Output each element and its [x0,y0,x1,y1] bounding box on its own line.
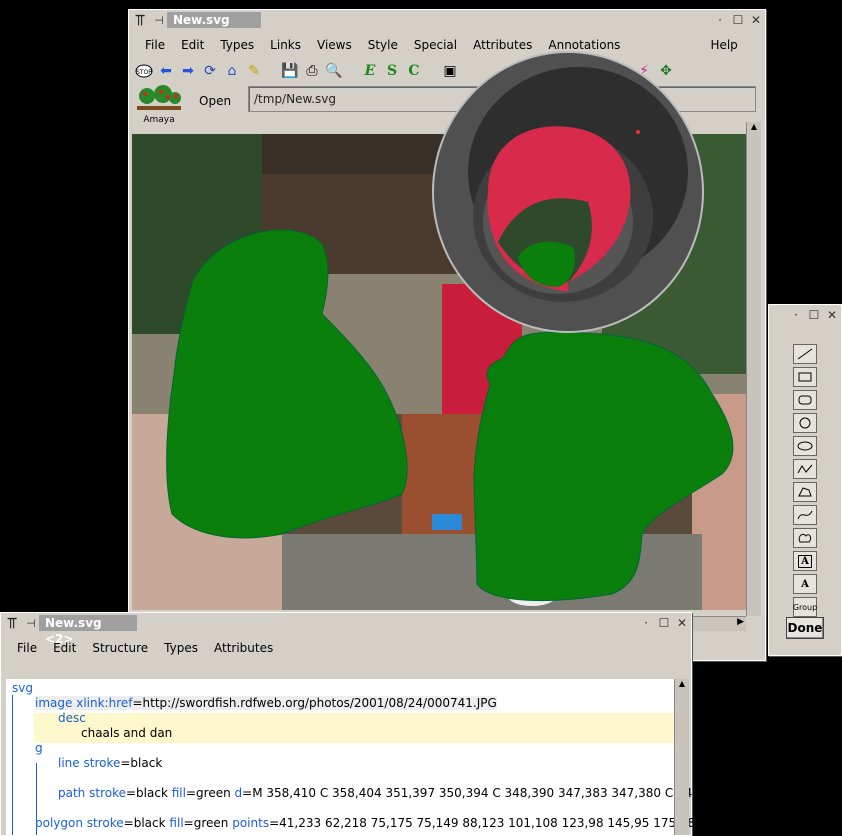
find-icon[interactable]: 🔍 [323,60,345,82]
group-tool-button[interactable]: Group [793,597,817,617]
tree-node-polygon[interactable]: polygon stroke=black fill=green points=4… [35,816,726,830]
vertical-scrollbar[interactable]: ▲ [746,122,761,616]
tree-node-text[interactable]: chaals and dan [81,726,172,740]
save-icon[interactable]: 💾 [279,60,301,82]
menu-views[interactable]: Views [309,38,360,52]
tree-node-desc[interactable]: desc [58,711,86,725]
rect-tool-button[interactable] [793,367,817,387]
svg-palette-window: · ☐ ✕ A A Group Done [768,304,842,656]
polygon-tool-button[interactable] [793,482,817,502]
tree-node-svg[interactable]: svg [12,681,33,695]
circle-tool-button[interactable] [793,413,817,433]
logo-label: Amaya [143,115,175,125]
polyline-tool-button[interactable] [793,459,817,479]
magnifier-overlay [428,42,708,338]
minimize-icon[interactable]: · [637,615,655,631]
maximize-icon[interactable]: ☐ [805,307,823,323]
scroll-right-icon[interactable]: ▶ [737,617,744,627]
structure-menubar: File Edit Structure Types Attributes [1,639,691,657]
curve-tool-button[interactable] [793,505,817,525]
back-icon[interactable]: ⬅ [155,60,177,82]
menu-structure[interactable]: Structure [84,641,156,655]
print-icon[interactable]: ⎙ [301,60,323,82]
code-icon[interactable]: C [403,60,425,82]
tree-node-line[interactable]: line stroke=black [58,756,162,770]
maximize-icon[interactable]: ☐ [655,615,673,631]
menu-file[interactable]: File [9,641,45,655]
menu-attributes[interactable]: Attributes [206,641,281,655]
pin-icon[interactable]: ⊣ [23,617,39,630]
minimize-icon[interactable]: · [787,307,805,323]
emphasis-icon[interactable]: E [359,60,381,82]
pin-icon[interactable]: ⊣ [151,14,167,27]
menu-edit[interactable]: Edit [45,641,84,655]
edit-icon[interactable]: ✎ [243,60,265,82]
strong-icon[interactable]: S [381,60,403,82]
structure-window: ⫪ ⊣ New.svg <2> · ☐ ✕ File Edit Structur… [0,612,726,836]
home-icon[interactable]: ⌂ [221,60,243,82]
tree-node-g[interactable]: g [35,741,43,755]
minimize-icon[interactable]: · [711,12,729,28]
menu-types[interactable]: Types [156,641,206,655]
maximize-icon[interactable]: ☐ [729,12,747,28]
palette-tools: A A Group [769,341,841,620]
forward-icon[interactable]: ➡ [177,60,199,82]
tree-node-image[interactable]: image xlink:href=http://swordfish.rdfweb… [35,696,497,710]
close-icon[interactable]: ✕ [673,615,691,631]
close-icon[interactable]: ✕ [747,12,765,28]
text-tool-button[interactable]: A [793,574,817,594]
tree-node-path[interactable]: path stroke=black fill=green d=M 358,410… [58,786,719,800]
line-tool-button[interactable] [793,344,817,364]
rounded-rect-tool-button[interactable] [793,390,817,410]
window-title: New.svg <2> [39,615,137,646]
structure-titlebar[interactable]: ⫪ ⊣ New.svg <2> · ☐ ✕ [1,613,691,646]
done-button[interactable]: Done [786,617,824,639]
menu-file[interactable]: File [137,38,173,52]
menu-edit[interactable]: Edit [173,38,212,52]
menu-style[interactable]: Style [360,38,406,52]
ellipse-tool-button[interactable] [793,436,817,456]
reload-icon[interactable]: ⟳ [199,60,221,82]
text-box-tool-button[interactable]: A [793,551,817,571]
main-titlebar[interactable]: ⫪ ⊣ New.svg · ☐ ✕ [129,10,765,30]
menu-types[interactable]: Types [212,38,262,52]
structure-tree[interactable]: svg image xlink:href=http://swordfish.rd… [6,679,726,835]
scroll-up-icon[interactable]: ▲ [747,122,761,134]
close-icon[interactable]: ✕ [823,307,841,323]
window-menu-icon[interactable]: ⫪ [129,10,151,30]
closed-curve-tool-button[interactable] [793,528,817,548]
svg-text:STOP: STOP [136,69,152,76]
open-label: Open [199,94,232,108]
menu-links[interactable]: Links [262,38,309,52]
scroll-up-icon[interactable]: ▲ [675,679,689,691]
stop-icon[interactable]: STOP [133,60,155,82]
amaya-logo: Amaya [135,84,183,125]
window-title: New.svg [167,12,261,28]
main-toolbar: STOP ⬅ ➡ ⟳ ⌂ ✎ 💾 ⎙ 🔍 E S C ▣ [133,60,461,82]
menu-help[interactable]: Help [702,38,745,52]
structure-scrollbar[interactable]: ▲ [674,679,689,835]
palette-titlebar[interactable]: · ☐ ✕ [769,305,841,325]
window-menu-icon[interactable]: ⫪ [1,613,23,633]
